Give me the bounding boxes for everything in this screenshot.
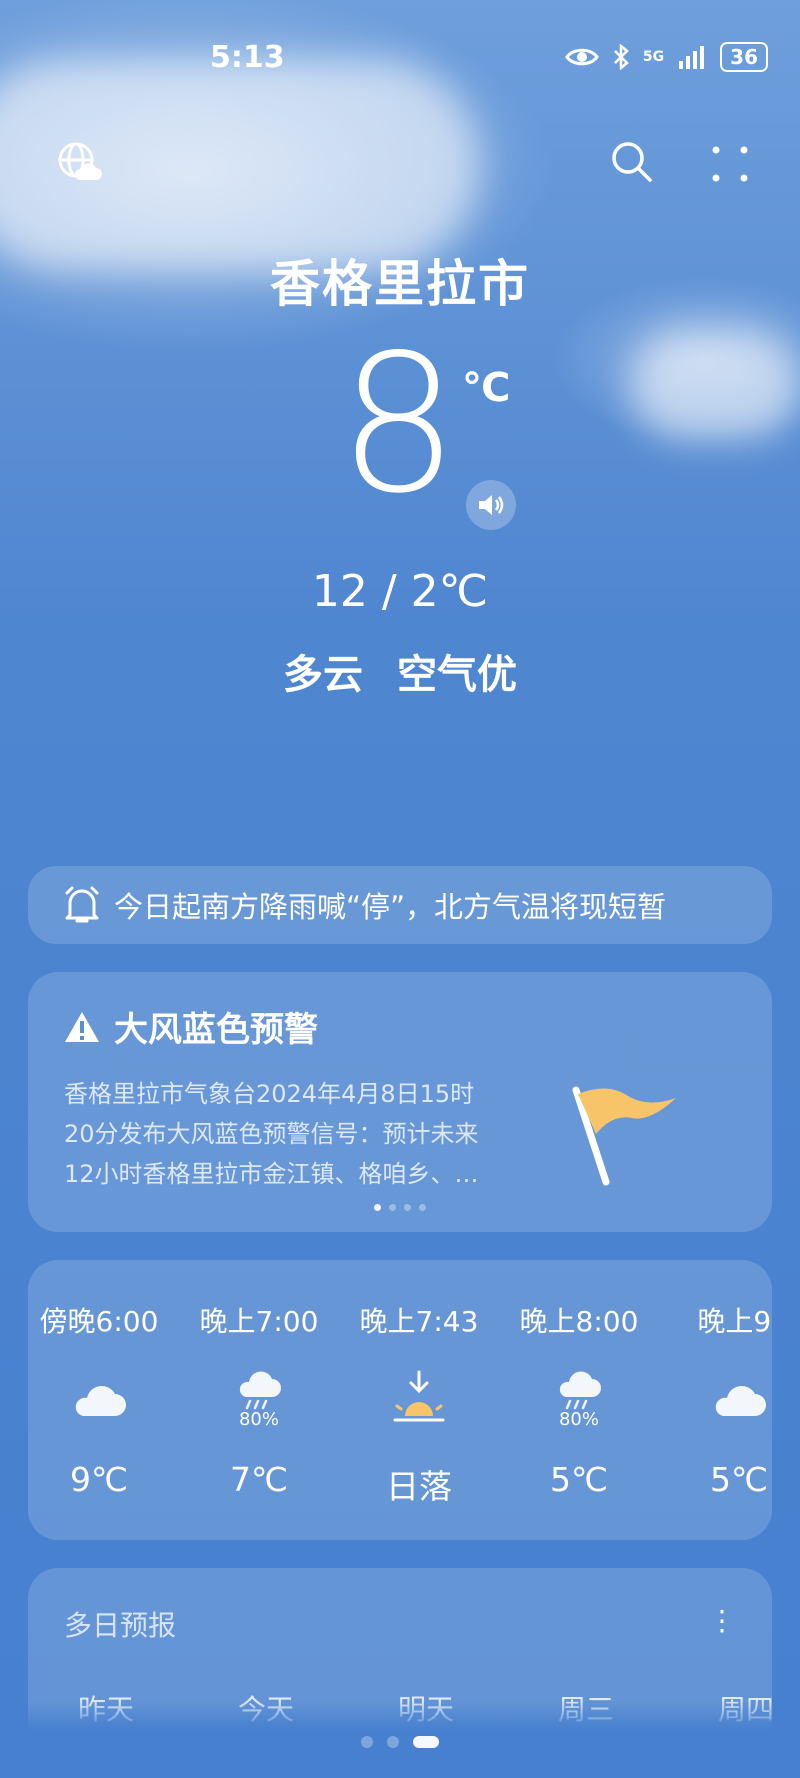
news-ticker[interactable]: 今日起南方降雨喊“停”，北方气温将现短暂 [28,866,772,944]
hour-temp: 9℃ [69,1460,129,1499]
page-dot-active [413,1736,439,1748]
hour-icon-slot [28,1360,174,1440]
hour-icon-slot: 80% [184,1360,334,1440]
pager-dot [389,1204,396,1211]
hour-label: 傍晚6:00 [39,1305,159,1338]
multi-day-title: 多日预报 [64,1609,177,1642]
status-bar: 5:13 5G 36 [0,36,800,80]
pager-dot [404,1204,411,1211]
hourly-item: 晚上7:43 日落 [344,1300,494,1508]
page-dot [361,1736,373,1748]
temperature-unit: ℃ [462,365,511,411]
precipitation-chance: 80% [558,1408,599,1430]
hour-icon-slot: 80% [504,1360,654,1440]
rain-icon [559,1371,601,1409]
hourly-item: 傍晚6:00 9℃ [28,1300,174,1499]
pager-dot [374,1204,381,1211]
search-icon[interactable] [610,140,654,184]
more-options-icon[interactable] [710,144,750,184]
warning-pager-dots [28,1204,772,1211]
city-name[interactable]: 香格里拉市 [0,244,800,316]
hour-icon-slot [664,1360,772,1440]
network-type: 5G [642,49,665,65]
news-ticker-text: 今日起南方降雨喊“停”，北方气温将现短暂 [114,890,667,924]
pager-dot [419,1204,426,1211]
hour-label: 晚上8:00 [519,1305,639,1338]
city-management-icon[interactable] [56,140,102,186]
warning-title-row: 大风蓝色预警 [64,1002,318,1051]
rain-icon [239,1371,281,1409]
hour-label: 晚上9: [697,1305,772,1338]
precipitation-chance: 80% [238,1408,279,1430]
city-page-indicator[interactable] [0,1736,800,1748]
hour-icon-slot [344,1360,494,1440]
page-dot [387,1736,399,1748]
air-quality[interactable]: 空气优 [397,652,517,698]
battery-indicator: 36 [720,42,768,72]
alarm-bell-icon [65,886,99,923]
hourly-forecast-card[interactable]: 傍晚6:00 9℃ 晚上7:00 80% 7℃ 晚上7:43 日落 晚上8:00 [28,1260,772,1540]
voice-broadcast-button[interactable] [466,480,516,530]
hour-temp: 5℃ [709,1460,769,1499]
multi-day-more-icon[interactable]: ⋮ [708,1604,736,1637]
warning-icon [65,1011,99,1042]
weather-warning-card[interactable]: 大风蓝色预警 香格里拉市气象台2024年4月8日15时 20分发布大风蓝色预警信… [28,972,772,1232]
weather-screen: 5:13 5G 36 香格里拉市 8 ℃ 12 / 2℃ 多云 空气优 今日起南… [0,0,800,1778]
status-time: 5:13 [210,40,285,75]
hour-temp: 7℃ [229,1460,289,1499]
cloudy-icon [75,1385,126,1416]
condition-row: 多云 空气优 [0,642,800,700]
hour-temp: 日落 [386,1467,452,1506]
bluetooth-icon [614,44,629,70]
temperature-range: 12 / 2℃ [311,566,489,617]
hour-temp: 5℃ [549,1460,609,1499]
eye-icon [565,48,599,66]
cloud-decoration [630,330,800,440]
sunset-icon [393,1370,445,1422]
hour-label: 晚上7:00 [199,1305,319,1338]
cloudy-icon [715,1385,766,1416]
warning-description: 香格里拉市气象台2024年4月8日15时 20分发布大风蓝色预警信号：预计未来 … [64,1074,544,1194]
weather-condition: 多云 [283,652,364,698]
hour-label: 晚上7:43 [359,1305,479,1338]
current-temperature: 8 [338,314,459,535]
speaker-icon [479,495,504,515]
hourly-item: 晚上7:00 80% 7℃ [184,1300,334,1499]
signal-icon [679,46,705,69]
hourly-item: 晚上8:00 80% 5℃ [504,1300,654,1499]
warning-title: 大风蓝色预警 [114,1010,318,1050]
warning-flag-icon [572,1086,676,1186]
status-icons: 5G 36 [565,42,768,72]
warning-line: 20分发布大风蓝色预警信号：预计未来 [64,1120,479,1148]
warning-line: 香格里拉市气象台2024年4月8日15时 [64,1080,475,1108]
warning-line: 12小时香格里拉市金江镇、格咱乡、… [64,1160,479,1188]
hourly-item: 晚上9: 5℃ [664,1300,772,1499]
